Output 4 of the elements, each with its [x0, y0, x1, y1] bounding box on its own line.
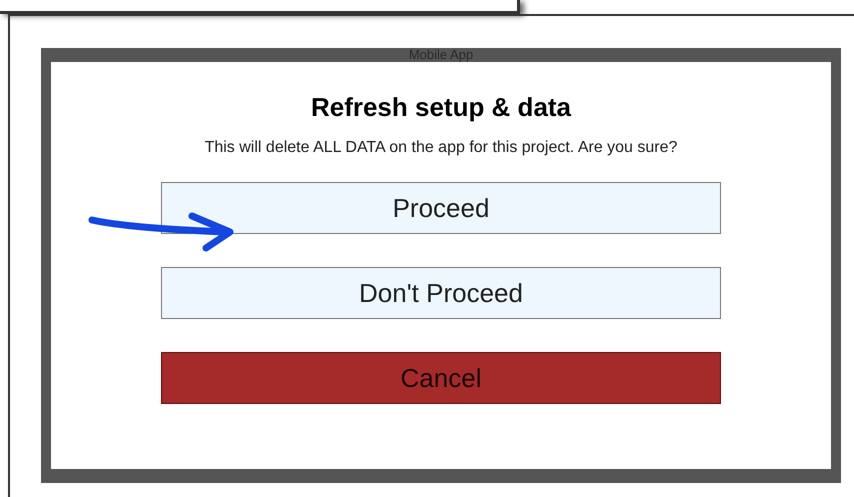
dialog-button[interactable]: Don't Proceed: [161, 267, 721, 319]
dialog-message: This will delete ALL DATA on the app for this project. Are you sure?: [204, 138, 678, 158]
dialog-button[interactable]: Proceed: [161, 182, 721, 234]
dialog-title: Refresh setup & data: [310, 91, 572, 124]
